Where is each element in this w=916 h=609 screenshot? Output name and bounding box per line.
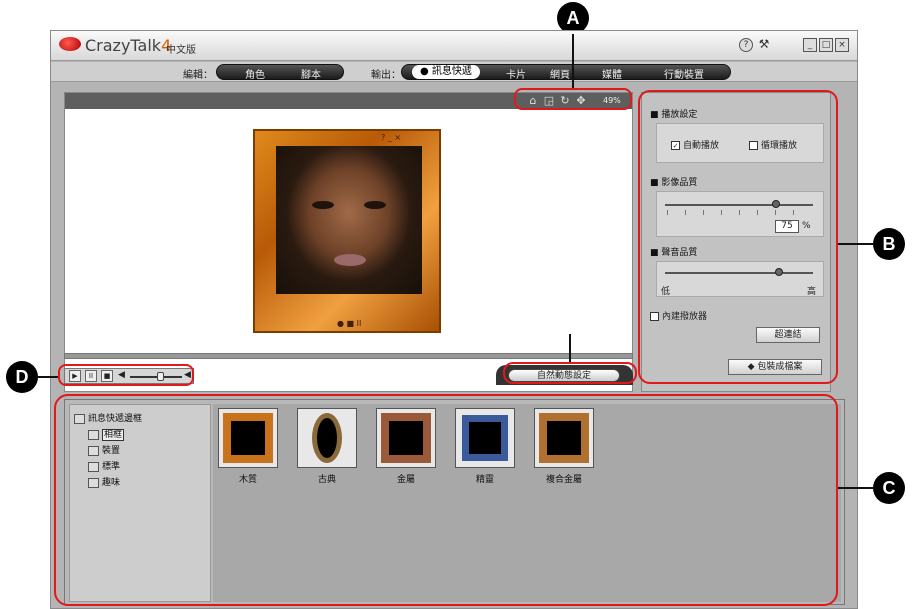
callout-e-leader (569, 334, 571, 362)
callout-a-highlight (514, 88, 632, 110)
tab-character[interactable]: 角色 (245, 66, 265, 81)
help-button[interactable]: ? (739, 38, 753, 52)
tool-icon[interactable]: ⚒ (757, 38, 771, 52)
timeline-scrollbar[interactable] (64, 353, 633, 359)
tab-media[interactable]: 媒體 (602, 66, 622, 81)
app-title: CrazyTalk4 (85, 36, 171, 55)
preview-viewport[interactable]: ⌂ ◲ ↻ ✥ 49% ? _ × ● ■ II (64, 92, 633, 392)
frame-window-buttons: ? _ × (381, 133, 402, 142)
tab-script[interactable]: 腳本 (301, 66, 321, 81)
callout-b: B (873, 228, 905, 260)
callout-b-highlight (638, 90, 838, 384)
avatar-face-photo (276, 146, 422, 294)
callout-a-leader (572, 34, 574, 88)
edit-tab-group: 角色 腳本 (216, 64, 344, 81)
tab-mobile[interactable]: 行動裝置 (664, 66, 704, 81)
restore-button[interactable]: □ (819, 38, 833, 52)
tab-message-express[interactable]: ● 訊息快遞 (412, 65, 480, 79)
output-label: 輸出： (371, 70, 401, 81)
callout-d-leader (38, 376, 58, 378)
wood-frame-preview: ? _ × ● ■ II (253, 129, 441, 333)
menu-bar: 編輯： 角色 腳本 輸出： ● 訊息快遞 卡片 網頁 媒體 行動裝置 (51, 62, 857, 82)
frame-player-buttons: ● ■ II (337, 319, 362, 328)
right-eye (364, 201, 386, 209)
edit-label: 編輯： (183, 70, 213, 81)
tab-message-express-label: 訊息快遞 (431, 66, 472, 77)
output-tab-group: ● 訊息快遞 卡片 網頁 媒體 行動裝置 (401, 64, 731, 81)
callout-e-highlight (503, 362, 637, 384)
lips-logo-icon (59, 37, 81, 51)
callout-c-highlight (54, 394, 838, 606)
tab-web[interactable]: 網頁 (550, 66, 570, 81)
app-name: CrazyTalk (85, 36, 162, 55)
close-button[interactable]: × (835, 38, 849, 52)
callout-b-leader (838, 243, 874, 245)
callout-c: C (873, 472, 905, 504)
left-eye (312, 201, 334, 209)
tab-card[interactable]: 卡片 (506, 66, 526, 81)
callout-c-leader (838, 487, 874, 489)
minimize-button[interactable]: _ (803, 38, 817, 52)
app-edition: 中文版 (166, 45, 196, 56)
title-bar: CrazyTalk4 中文版 ? ⚒ _ □ × (51, 31, 857, 61)
callout-d-highlight (58, 364, 194, 386)
callout-d: D (6, 361, 38, 393)
avatar-lips (334, 254, 366, 266)
